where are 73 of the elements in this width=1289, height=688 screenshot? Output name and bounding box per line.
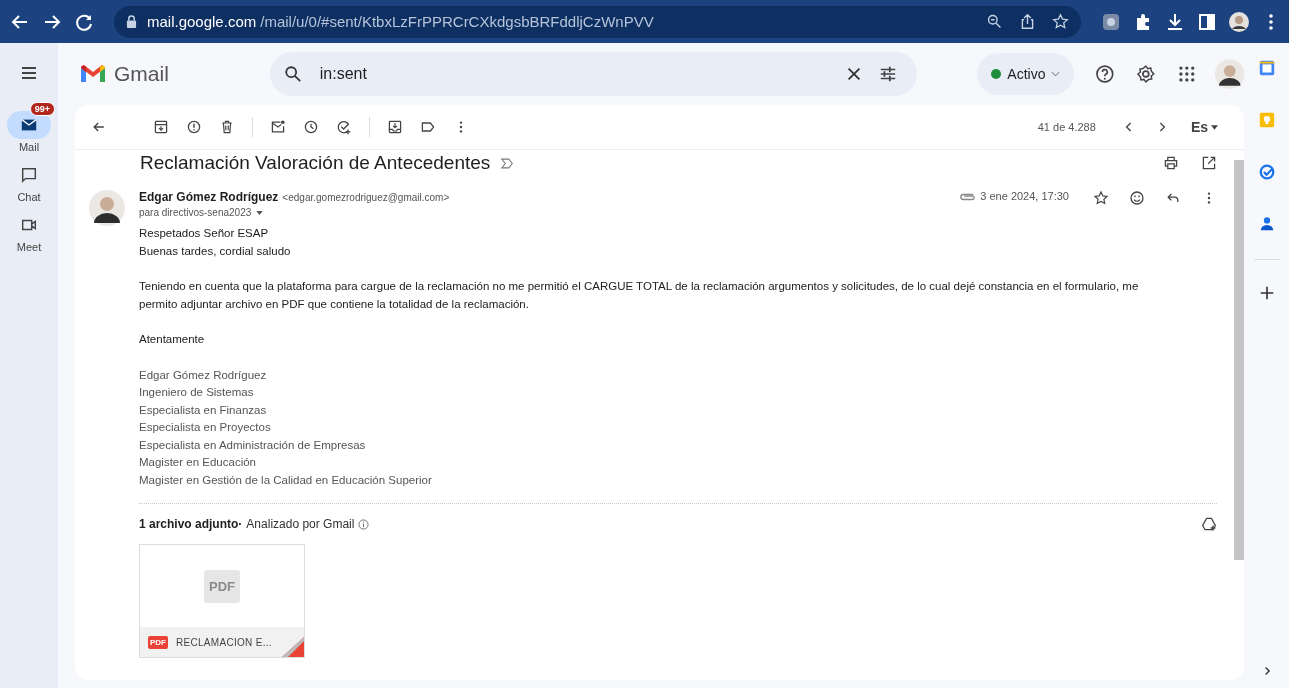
signature-line: Magister en Educación xyxy=(139,455,257,470)
add-task-icon[interactable] xyxy=(336,119,352,135)
status-selector[interactable]: Activo xyxy=(977,53,1075,95)
profile-avatar-icon[interactable] xyxy=(1229,11,1249,32)
caret-icon xyxy=(1211,124,1218,130)
help-icon[interactable] xyxy=(1095,64,1116,84)
sender-name: Edgar Gómez Rodríguez xyxy=(139,190,279,204)
attachment-name: RECLAMACION E... xyxy=(176,636,272,648)
body-text: Teniendo en cuenta que la plataforma para cargue de la reclamación no me permitió el CARGUE TOTAL de la reclamación argumentos y solicitudes, de lo cual dejé constancia en el formulario, me permito adjuntar archivo en PDF que contiene la totalidad de la reclamación. xyxy=(139,279,1140,312)
move-to-icon[interactable] xyxy=(387,119,403,135)
settings-icon[interactable] xyxy=(1136,64,1156,84)
message-counter: 41 de 4.288 xyxy=(1037,121,1096,133)
filter-sliders-icon[interactable] xyxy=(879,65,898,83)
body-text: Respetados Señor ESAP xyxy=(139,226,270,241)
attachment-tile[interactable]: PDF PDF RECLAMACION E... xyxy=(139,544,305,658)
trash-icon[interactable] xyxy=(219,119,235,135)
file-type-thumbnail: PDF xyxy=(204,569,240,603)
star-icon[interactable] xyxy=(1093,190,1109,206)
apps-grid-icon[interactable] xyxy=(1176,64,1197,84)
recipients-text: para directivos-sena2023 xyxy=(139,207,252,218)
scan-note: Analizado por Gmail xyxy=(246,517,355,531)
paperclip-icon xyxy=(959,192,977,202)
share-icon[interactable] xyxy=(1019,13,1036,30)
signature-line: Especialista en Finanzas xyxy=(139,402,268,418)
rail-label: Chat xyxy=(17,191,41,203)
lock-icon xyxy=(126,15,137,28)
sender-email: <edgar.gomezrodriguez@gmail.com> xyxy=(282,192,450,203)
signature-line: Edgar Gómez Rodríguez xyxy=(139,367,268,383)
sender-avatar-icon xyxy=(89,190,125,226)
print-icon[interactable] xyxy=(1163,155,1179,171)
signature-line: Magister en Gestión de la Calidad en Educación Superior xyxy=(139,472,433,488)
chat-icon xyxy=(20,166,38,184)
email-subject: Reclamación Valoración de Antecedentes xyxy=(140,152,491,174)
caret-icon xyxy=(1051,71,1061,77)
extension-icon[interactable] xyxy=(1101,11,1121,32)
signature-line: Especialista en Proyectos xyxy=(139,420,272,435)
signature-line: Especialista en Administración de Empresas xyxy=(139,437,367,453)
attachment-summary: 1 archivo adjunto· xyxy=(139,517,243,531)
input-tools-button[interactable]: Es xyxy=(1190,119,1218,135)
address-bar[interactable]: mail.google.com /mail/u/0/#sent/KtbxLzFrPPRCrCXkdgsbBRFddljCzWnPVV xyxy=(114,5,1081,38)
unread-count-badge: 99+ xyxy=(29,102,55,116)
app-name: Gmail xyxy=(114,62,169,86)
open-in-new-window-icon[interactable] xyxy=(1201,155,1217,171)
gmail-logo-icon xyxy=(80,64,106,84)
signature-line: Ingeniero de Sistemas xyxy=(139,385,255,400)
tasks-icon[interactable] xyxy=(1257,163,1276,181)
download-icon[interactable] xyxy=(1165,11,1185,32)
message-date: 3 ene 2024, 17:30 xyxy=(980,190,1069,202)
importance-marker-icon[interactable] xyxy=(500,157,515,169)
calendar-icon[interactable] xyxy=(1257,59,1276,77)
label-icon[interactable] xyxy=(420,119,436,135)
search-field[interactable]: in:sent xyxy=(317,64,838,84)
body-text: Buenas tardes, cordial saludo xyxy=(139,243,292,259)
rail-item[interactable] xyxy=(7,111,51,139)
corner-fold-icon xyxy=(282,637,304,657)
archive-icon[interactable] xyxy=(153,119,169,135)
dropdown-caret-icon[interactable] xyxy=(256,210,264,215)
rail-label: Mail xyxy=(18,141,40,153)
clock-icon[interactable] xyxy=(303,119,319,135)
emoji-icon[interactable] xyxy=(1129,190,1145,206)
scrollbar[interactable] xyxy=(1234,160,1244,560)
mark-unread-icon[interactable] xyxy=(270,119,286,135)
account-avatar-icon[interactable] xyxy=(1214,59,1244,89)
search-icon[interactable] xyxy=(283,65,302,83)
body-text: Atentamente xyxy=(139,332,206,347)
pdf-file-icon: PDF xyxy=(148,635,168,649)
zoom-icon[interactable] xyxy=(986,13,1003,30)
add-to-drive-icon[interactable] xyxy=(1201,516,1217,532)
spam-icon[interactable] xyxy=(186,119,202,135)
info-icon[interactable] xyxy=(358,518,370,530)
side-panel-icon[interactable] xyxy=(1197,11,1217,32)
rail-label: Meet xyxy=(16,241,42,253)
search-bar[interactable]: in:sent xyxy=(269,52,918,96)
